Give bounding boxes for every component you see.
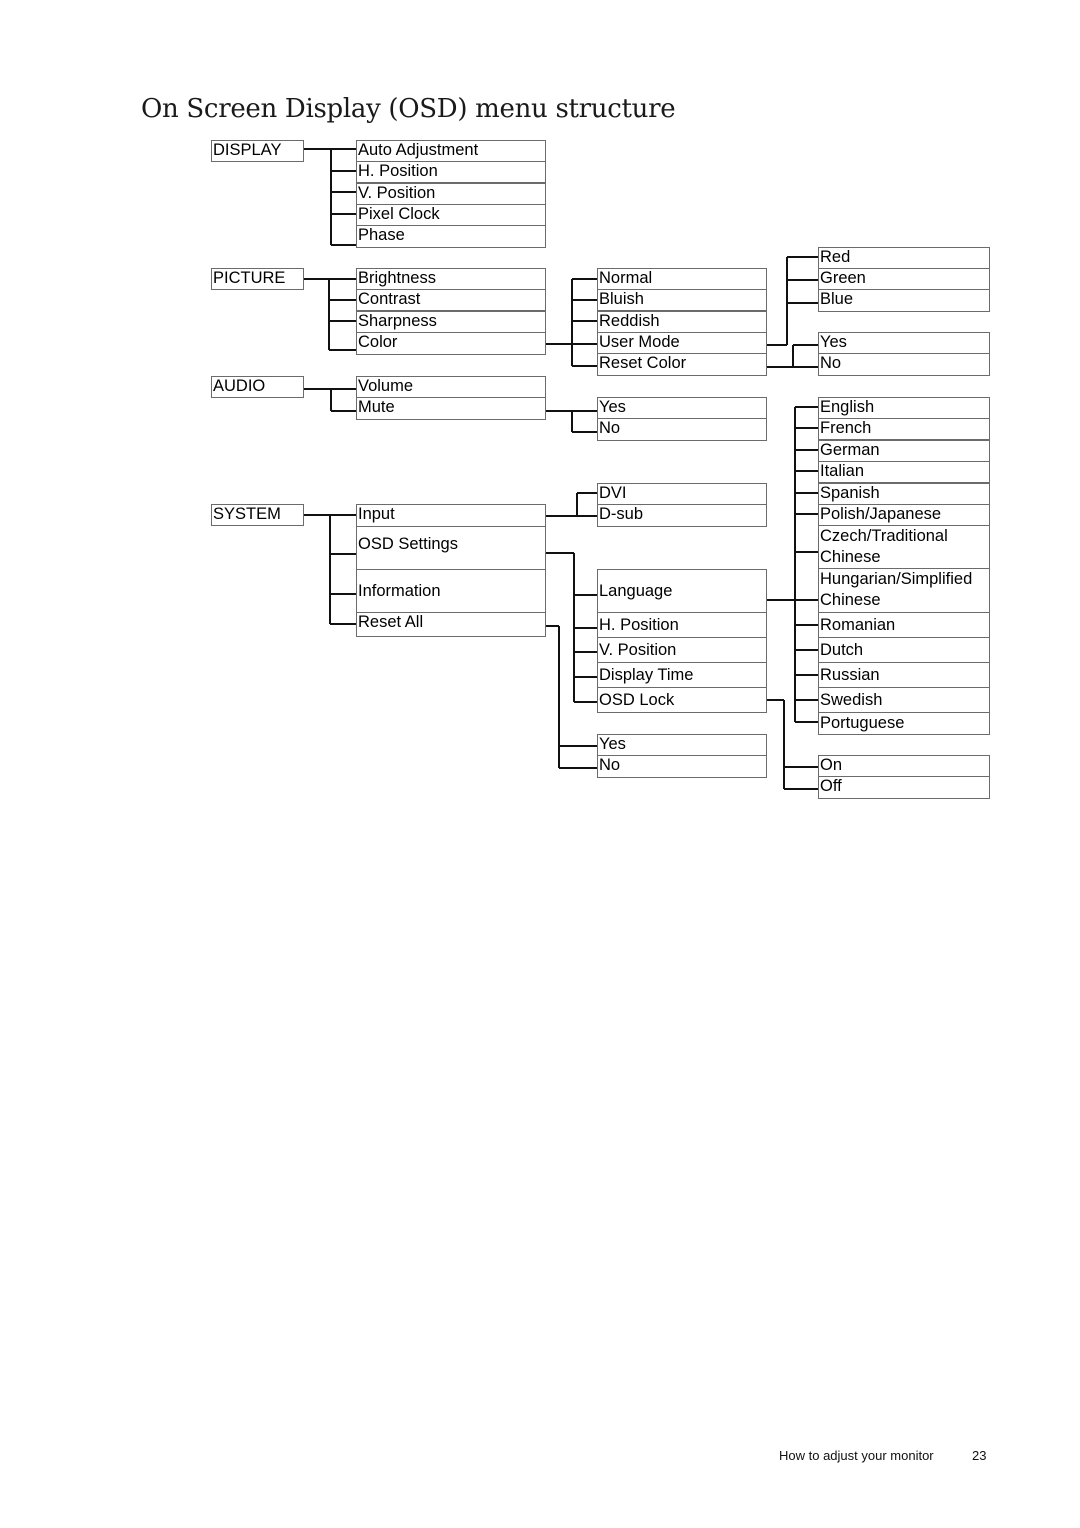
- input-option[interactable]: DVI: [597, 483, 767, 505]
- language-option[interactable]: Romanian: [818, 612, 990, 638]
- color-option[interactable]: Reddish: [597, 311, 767, 333]
- osd-lock-option[interactable]: On: [818, 755, 990, 777]
- language-option[interactable]: Polish/Japanese: [818, 504, 990, 526]
- connector-user-mode: [767, 256, 819, 346]
- connector-audio: [304, 388, 357, 412]
- reset-all-option[interactable]: No: [597, 755, 767, 778]
- mute-option[interactable]: Yes: [597, 397, 767, 419]
- user-mode-option[interactable]: Green: [818, 268, 990, 290]
- display-item[interactable]: H. Position: [356, 161, 546, 183]
- reset-color-option[interactable]: No: [818, 353, 990, 376]
- language-option[interactable]: English: [818, 397, 990, 419]
- system-item[interactable]: Information: [356, 569, 546, 613]
- language-option[interactable]: Swedish: [818, 687, 990, 713]
- menu-audio[interactable]: AUDIO: [211, 376, 304, 398]
- language-option[interactable]: Dutch: [818, 637, 990, 663]
- language-option[interactable]: Czech/Traditional Chinese: [818, 525, 990, 569]
- reset-color-option[interactable]: Yes: [818, 332, 990, 354]
- osd-settings-option[interactable]: H. Position: [597, 612, 767, 638]
- osd-settings-option[interactable]: Language: [597, 569, 767, 613]
- user-mode-option[interactable]: Red: [818, 247, 990, 269]
- connector-picture: [304, 278, 357, 351]
- osd-settings-option-label: H. Position: [599, 615, 679, 634]
- display-item[interactable]: V. Position: [356, 183, 546, 205]
- page-number: 23: [972, 1448, 987, 1463]
- language-option-label: Dutch: [820, 640, 864, 659]
- picture-item[interactable]: Brightness: [356, 268, 546, 290]
- connector-system: [304, 514, 357, 625]
- osd-settings-option-label: V. Position: [599, 640, 677, 659]
- footer-section: How to adjust your monitor: [779, 1448, 934, 1463]
- osd-settings-option-label: OSD Lock: [599, 690, 675, 709]
- color-option[interactable]: User Mode: [597, 332, 767, 354]
- user-mode-option[interactable]: Blue: [818, 289, 990, 312]
- system-item[interactable]: Input: [356, 504, 546, 527]
- color-option[interactable]: Reset Color: [597, 353, 767, 376]
- osd-settings-option[interactable]: V. Position: [597, 637, 767, 663]
- picture-item[interactable]: Color: [356, 332, 546, 355]
- language-option[interactable]: Russian: [818, 662, 990, 688]
- display-item[interactable]: Auto Adjustment: [356, 140, 546, 162]
- language-option[interactable]: Spanish: [818, 483, 990, 505]
- connector-input: [546, 492, 598, 517]
- page-footer: How to adjust your monitor 23: [779, 1448, 986, 1463]
- system-item[interactable]: OSD Settings: [356, 526, 546, 570]
- display-item[interactable]: Phase: [356, 225, 546, 248]
- menu-picture[interactable]: PICTURE: [211, 268, 304, 290]
- osd-settings-option[interactable]: Display Time: [597, 662, 767, 688]
- audio-item[interactable]: Mute: [356, 397, 546, 420]
- color-option[interactable]: Bluish: [597, 289, 767, 311]
- system-item-label: OSD Settings: [358, 534, 458, 553]
- color-option[interactable]: Normal: [597, 268, 767, 290]
- reset-all-option[interactable]: Yes: [597, 734, 767, 756]
- connector-osd-settings: [546, 552, 598, 703]
- picture-item[interactable]: Sharpness: [356, 311, 546, 333]
- picture-item[interactable]: Contrast: [356, 289, 546, 311]
- osd-settings-option-label: Display Time: [599, 665, 694, 684]
- language-option[interactable]: Italian: [818, 461, 990, 483]
- connector-reset-color: [767, 344, 819, 368]
- connector-language: [767, 406, 819, 723]
- language-option-label: Swedish: [820, 690, 883, 709]
- osd-settings-option-label: Language: [599, 581, 673, 600]
- menu-display[interactable]: DISPLAY: [211, 140, 304, 162]
- system-item[interactable]: Reset All: [356, 612, 546, 637]
- display-item[interactable]: Pixel Clock: [356, 204, 546, 226]
- mute-option[interactable]: No: [597, 418, 767, 441]
- language-option[interactable]: Portuguese: [818, 712, 990, 735]
- language-option[interactable]: German: [818, 440, 990, 462]
- osd-settings-option[interactable]: OSD Lock: [597, 687, 767, 713]
- connector-osd-lock: [767, 699, 819, 790]
- connector-mute: [546, 410, 598, 433]
- language-option-label: Romanian: [820, 615, 896, 634]
- audio-item[interactable]: Volume: [356, 376, 546, 398]
- system-item-label: Information: [358, 581, 441, 600]
- language-option-label: Russian: [820, 665, 880, 684]
- language-option[interactable]: Hungarian/Simplified Chinese: [818, 568, 990, 613]
- connector-color: [546, 278, 598, 367]
- language-option-label: Portuguese: [820, 714, 905, 732]
- connector-reset-all: [546, 625, 598, 769]
- language-option[interactable]: French: [818, 418, 990, 440]
- menu-system[interactable]: SYSTEM: [211, 504, 304, 526]
- input-option[interactable]: D-sub: [597, 504, 767, 527]
- osd-lock-option[interactable]: Off: [818, 776, 990, 799]
- connector-display: [304, 148, 357, 246]
